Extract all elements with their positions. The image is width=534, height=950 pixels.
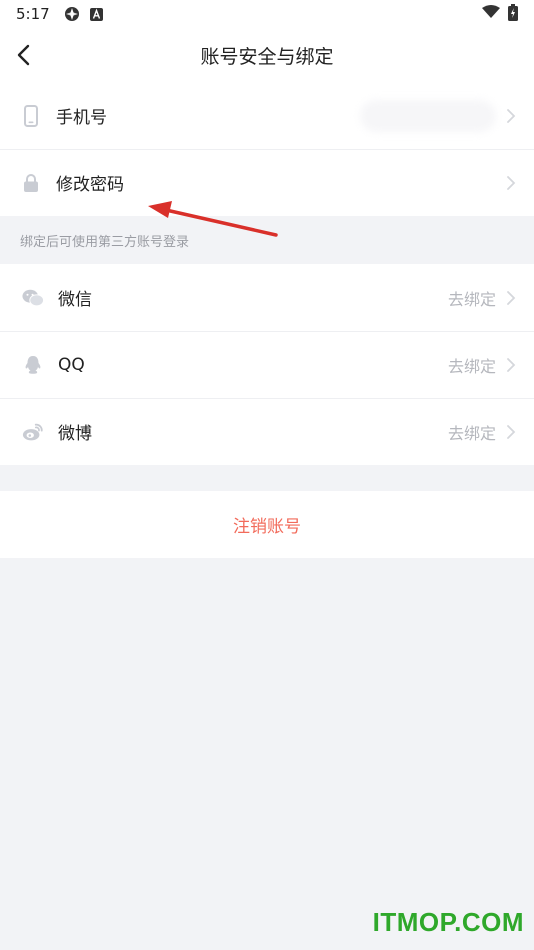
qq-row[interactable]: QQ 去绑定	[0, 331, 534, 398]
chevron-left-icon	[17, 44, 30, 66]
section-spacer	[0, 465, 534, 491]
wechat-row[interactable]: 微信 去绑定	[0, 264, 534, 331]
qq-icon	[22, 354, 44, 376]
battery-icon	[508, 3, 518, 25]
change-password-label: 修改密码	[56, 175, 124, 195]
weibo-bind-action: 去绑定	[447, 423, 496, 443]
phone-icon	[20, 104, 42, 127]
weibo-row[interactable]: 微博 去绑定	[0, 398, 534, 465]
account-group: 手机号 修改密码	[0, 82, 534, 216]
watermark: ITMOP.COM	[372, 907, 524, 937]
sync-icon	[64, 6, 80, 22]
back-button[interactable]	[16, 42, 40, 68]
weibo-label: 微博	[58, 424, 92, 444]
wechat-label: 微信	[58, 290, 92, 310]
wechat-icon	[22, 287, 44, 309]
phone-label: 手机号	[56, 108, 107, 128]
change-password-row[interactable]: 修改密码	[0, 149, 534, 216]
chevron-right-icon	[506, 108, 518, 124]
lock-icon	[20, 172, 42, 194]
status-bar: 5:17	[0, 0, 534, 28]
phone-row[interactable]: 手机号	[0, 82, 534, 149]
chevron-right-icon	[506, 175, 518, 191]
social-group: 微信 去绑定 QQ 去绑定 微博 去绑定	[0, 264, 534, 465]
cancel-account-button[interactable]: 注销账号	[0, 491, 534, 558]
chevron-right-icon	[506, 357, 518, 373]
chevron-right-icon	[506, 424, 518, 440]
nav-bar: 账号安全与绑定	[0, 28, 534, 82]
cancel-account-label: 注销账号	[233, 517, 301, 537]
status-time: 5:17	[16, 5, 50, 23]
phone-number-blurred	[360, 99, 496, 132]
wechat-bind-action: 去绑定	[447, 289, 496, 309]
status-right	[482, 3, 518, 25]
page-title: 账号安全与绑定	[200, 45, 334, 68]
qq-bind-action: 去绑定	[447, 356, 496, 376]
chevron-right-icon	[506, 290, 518, 306]
third-party-tip: 绑定后可使用第三方账号登录	[0, 216, 534, 264]
wifi-icon	[482, 5, 500, 23]
qq-label: QQ	[58, 354, 85, 375]
weibo-icon	[22, 421, 44, 443]
a-notification-icon	[89, 7, 103, 21]
